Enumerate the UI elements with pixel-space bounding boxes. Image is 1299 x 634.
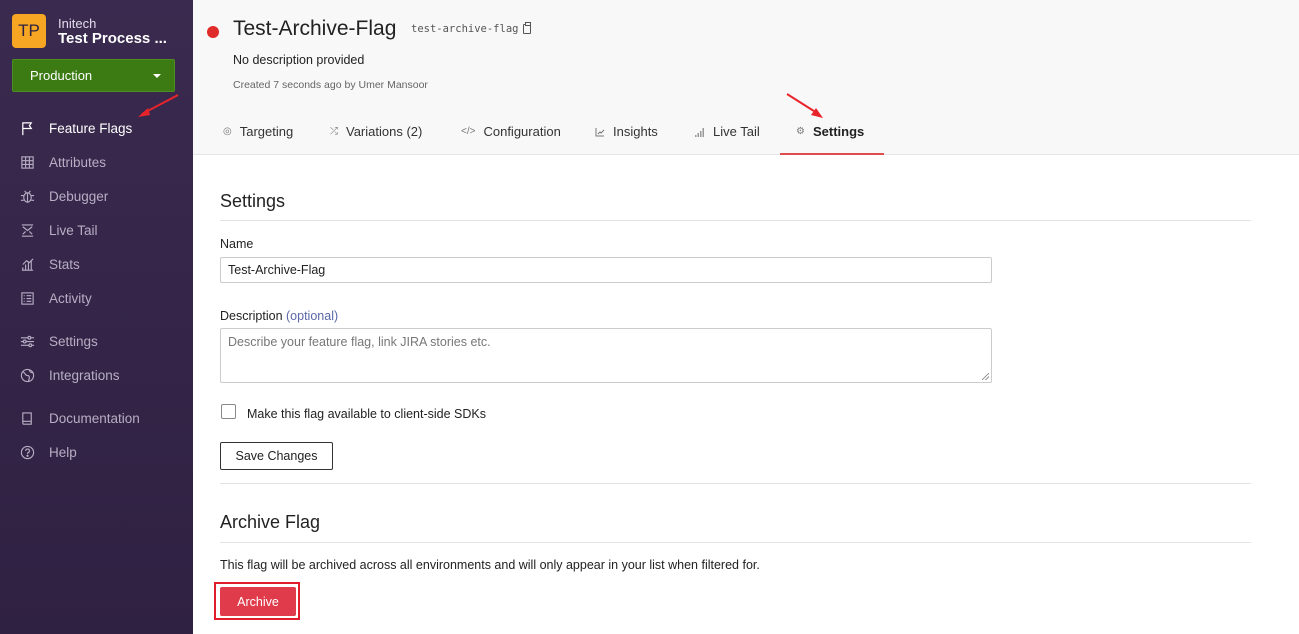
sidebar-item-attributes[interactable]: Attributes — [20, 155, 106, 170]
sidebar-item-stats[interactable]: Stats — [20, 257, 80, 272]
sidebar-item-label: Documentation — [49, 411, 140, 426]
description-placeholder: Describe your feature flag, link JIRA st… — [228, 335, 491, 349]
sidebar-item-documentation[interactable]: Documentation — [20, 411, 140, 426]
stats-icon — [20, 257, 35, 272]
sidebar-item-activity[interactable]: Activity — [20, 291, 92, 306]
flag-created-info: Created 7 seconds ago by Umer Mansoor — [233, 79, 428, 91]
divider — [220, 220, 1251, 221]
tab-insights[interactable]: Insights — [595, 124, 658, 139]
sidebar-item-label: Live Tail — [49, 223, 98, 238]
sidebar-item-label: Integrations — [49, 368, 120, 383]
table-icon — [20, 155, 35, 170]
sidebar: TP Initech Test Process ... Production F… — [0, 0, 193, 634]
flag-key: test-archive-flag — [411, 22, 532, 35]
tab-label: Targeting — [239, 124, 294, 139]
name-label: Name — [220, 237, 254, 251]
client-side-label: Make this flag available to client-side … — [247, 407, 487, 421]
save-changes-button[interactable]: Save Changes — [220, 442, 333, 470]
live-tail-icon — [20, 223, 35, 238]
archive-button[interactable]: Archive — [220, 587, 296, 616]
flag-description: No description provided — [233, 53, 365, 67]
description-label: Description (optional) — [220, 309, 338, 323]
sidebar-item-label: Attributes — [49, 155, 107, 170]
sidebar-item-label: Settings — [49, 334, 98, 349]
caret-down-icon — [153, 74, 161, 78]
sidebar-item-feature-flags[interactable]: Feature Flags — [20, 121, 132, 136]
sidebar-item-label: Activity — [49, 291, 92, 306]
list-icon — [20, 291, 35, 306]
code-icon: </> — [461, 126, 476, 137]
tab-label: Configuration — [483, 124, 561, 139]
signal-icon — [695, 127, 705, 137]
resize-handle-icon[interactable] — [982, 373, 989, 380]
gear-icon: ⚙ — [796, 126, 805, 137]
target-icon: ◎ — [223, 126, 232, 137]
sidebar-item-integrations[interactable]: Integrations — [20, 368, 120, 383]
active-tab-indicator — [780, 153, 884, 155]
name-input-value: Test-Archive-Flag — [228, 263, 326, 277]
tab-configuration[interactable]: </> Configuration — [461, 124, 561, 139]
tab-label: Settings — [812, 124, 865, 139]
book-icon — [20, 411, 35, 426]
flag-title: Test-Archive-Flag — [233, 17, 397, 40]
flag-icon — [20, 121, 35, 136]
name-input[interactable]: Test-Archive-Flag — [220, 257, 992, 283]
main-content: Test-Archive-Flag test-archive-flag No d… — [193, 0, 1299, 634]
sidebar-item-label: Debugger — [49, 189, 109, 204]
org-switcher[interactable]: TP Initech Test Process ... — [12, 14, 167, 48]
divider — [220, 542, 1251, 543]
settings-heading: Settings — [220, 191, 286, 211]
org-avatar: TP — [12, 14, 46, 48]
flag-key-text: test-archive-flag — [411, 23, 519, 35]
sidebar-item-label: Help — [49, 445, 77, 460]
sidebar-item-live-tail[interactable]: Live Tail — [20, 223, 98, 238]
shuffle-icon: ⤮ — [330, 126, 338, 137]
environment-select[interactable]: Production — [12, 59, 175, 92]
copy-icon[interactable] — [523, 22, 532, 34]
sliders-icon — [20, 334, 35, 349]
tab-label: Variations (2) — [346, 124, 423, 139]
org-name: Initech — [58, 16, 97, 31]
description-label-text: Description — [220, 309, 283, 323]
optional-hint: (optional) — [286, 309, 339, 323]
sidebar-item-label: Stats — [49, 257, 80, 272]
tab-live-tail[interactable]: Live Tail — [695, 124, 760, 139]
sidebar-item-settings[interactable]: Settings — [20, 334, 98, 349]
help-icon — [20, 445, 35, 460]
sidebar-item-label: Feature Flags — [49, 121, 133, 136]
description-textarea[interactable]: Describe your feature flag, link JIRA st… — [220, 328, 992, 383]
client-side-checkbox[interactable] — [221, 404, 236, 419]
sidebar-item-debugger[interactable]: Debugger — [20, 189, 108, 204]
project-name: Test Process ... — [58, 30, 167, 47]
archive-description: This flag will be archived across all en… — [220, 558, 760, 572]
tab-label: Live Tail — [713, 124, 760, 139]
tab-targeting[interactable]: ◎ Targeting — [223, 124, 293, 139]
tab-label: Insights — [613, 124, 658, 139]
bug-icon — [20, 189, 35, 204]
chart-icon — [595, 127, 605, 137]
tab-variations[interactable]: ⤮ Variations (2) — [330, 124, 422, 139]
archive-heading: Archive Flag — [220, 512, 321, 532]
flag-header: Test-Archive-Flag test-archive-flag No d… — [193, 0, 1299, 155]
tab-settings[interactable]: ⚙ Settings — [796, 124, 864, 139]
sidebar-item-help[interactable]: Help — [20, 445, 77, 460]
status-indicator — [207, 26, 219, 38]
environment-label: Production — [30, 68, 93, 83]
globe-icon — [20, 368, 35, 383]
divider — [220, 483, 1251, 484]
